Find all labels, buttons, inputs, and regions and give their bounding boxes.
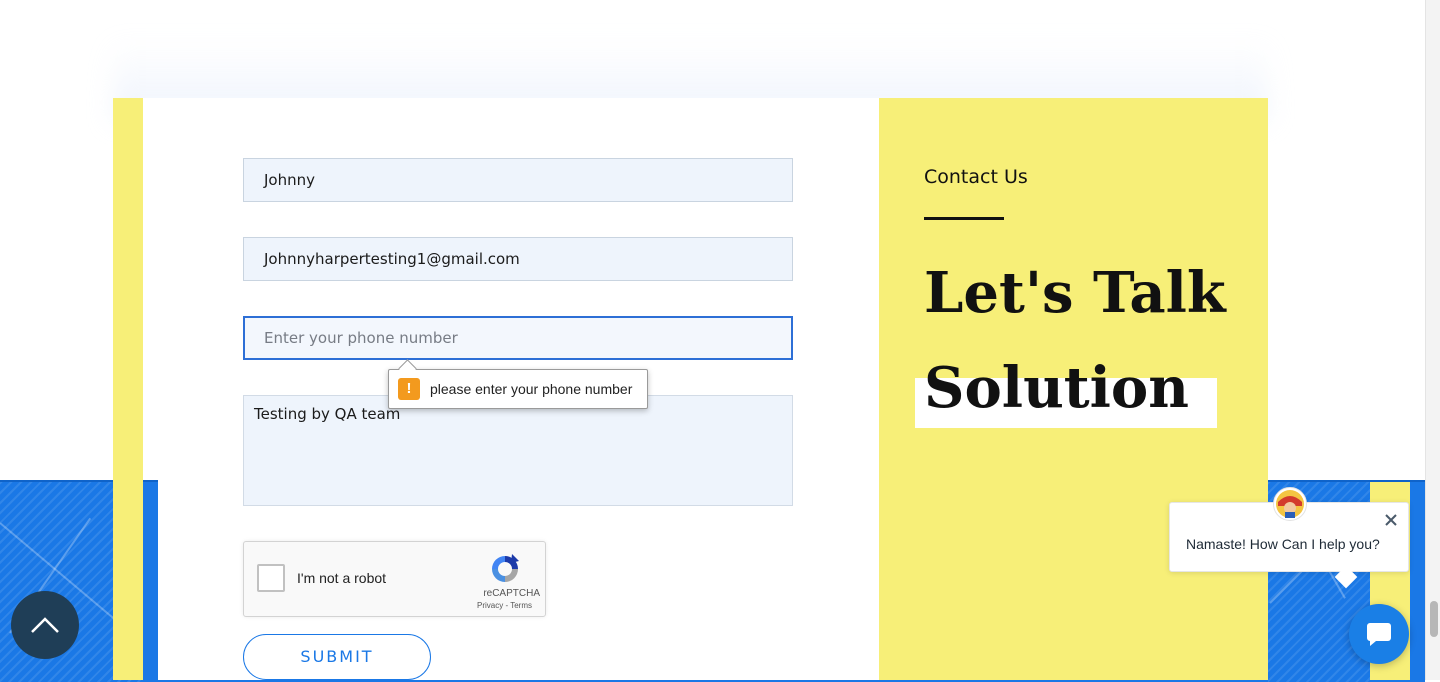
validation-tooltip: ! please enter your phone number — [388, 369, 648, 409]
contact-headline: Let's Talk Solution — [924, 246, 1254, 436]
headline-line-1: Let's Talk — [924, 260, 1226, 326]
recaptcha-brand: reCAPTCHA — [483, 588, 540, 599]
message-field-value: Testing by QA team — [254, 405, 401, 423]
close-icon[interactable] — [1384, 513, 1398, 527]
headline-line-2: Solution — [924, 355, 1189, 421]
warning-icon: ! — [398, 378, 420, 400]
arrow-up-icon — [31, 617, 59, 633]
yellow-accent-strip-left — [113, 98, 143, 680]
validation-message: please enter your phone number — [430, 381, 633, 397]
name-field-value: Johnny — [264, 171, 315, 189]
email-field-value: Johnnyharpertesting1@gmail.com — [264, 250, 520, 268]
page-scrollbar-track[interactable] — [1425, 0, 1440, 680]
white-gap — [143, 98, 158, 480]
recaptcha-widget: I'm not a robot reCAPTCHA Privacy - Term… — [243, 541, 546, 617]
chat-agent-avatar — [1273, 487, 1307, 521]
message-field[interactable]: Testing by QA team — [243, 395, 793, 506]
page-scrollbar-thumb[interactable] — [1430, 601, 1438, 637]
chat-greeting-text: Namaste! How Can I help you? — [1186, 536, 1380, 552]
email-field[interactable]: Johnnyharpertesting1@gmail.com — [243, 237, 793, 281]
recaptcha-logo-icon — [492, 554, 519, 582]
recaptcha-links[interactable]: Privacy - Terms — [244, 601, 532, 610]
phone-field[interactable]: Enter your phone number — [243, 316, 793, 360]
contact-underline — [924, 217, 1004, 220]
scroll-to-top-button[interactable] — [11, 591, 79, 659]
contact-us-label: Contact Us — [924, 166, 1028, 188]
submit-button[interactable]: SUBMIT — [243, 634, 431, 680]
name-field[interactable]: Johnny — [243, 158, 793, 202]
chat-launcher-button[interactable] — [1349, 604, 1409, 664]
recaptcha-label: I'm not a robot — [297, 570, 387, 586]
chat-icon — [1367, 623, 1391, 646]
blue-gap — [143, 482, 158, 680]
agent-avatar-icon — [1276, 490, 1304, 518]
phone-field-placeholder: Enter your phone number — [264, 329, 458, 347]
